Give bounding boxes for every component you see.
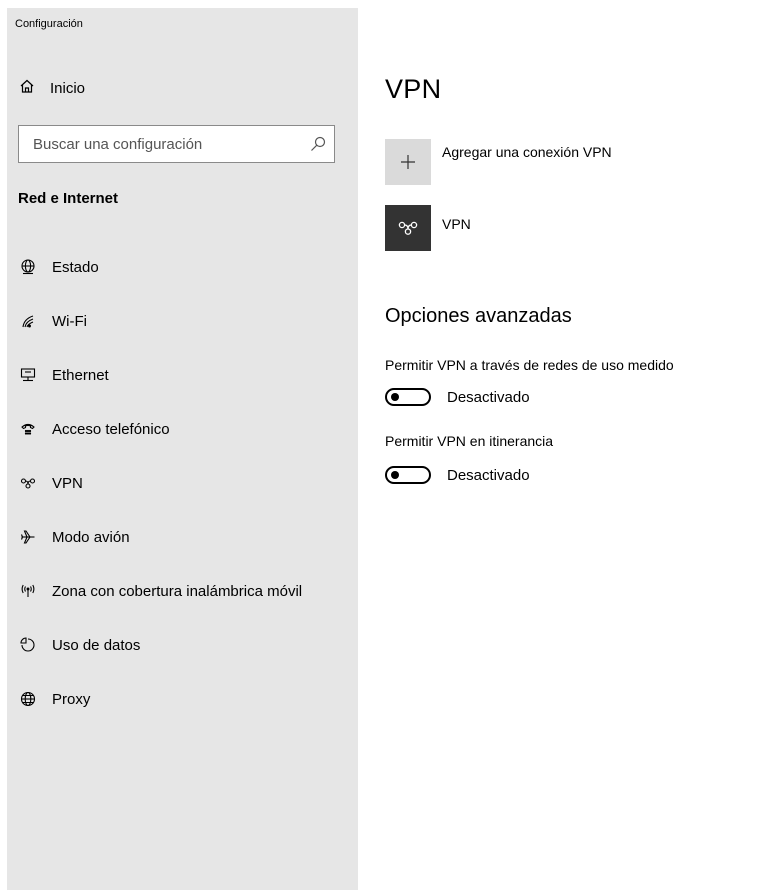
sidebar-item-label: Wi-Fi — [52, 312, 87, 330]
toggle-state-label: Desactivado — [447, 466, 530, 484]
settings-window: Configuración Inicio Red e Internet — [0, 0, 765, 890]
search-box — [18, 125, 335, 163]
section-title: Red e Internet — [18, 190, 119, 207]
hotspot-icon — [19, 582, 37, 600]
plus-icon — [385, 139, 431, 185]
sidebar-item-dialup[interactable]: Acceso telefónico — [7, 402, 358, 456]
toggle-switch[interactable] — [385, 466, 431, 484]
main-content: VPN Agregar una conexión VPN VPN Opcione… — [385, 0, 760, 890]
metered-networks-label: Permitir VPN a través de redes de uso me… — [385, 357, 674, 373]
sidebar-item-ethernet[interactable]: Ethernet — [7, 348, 358, 402]
sidebar-item-wifi[interactable]: Wi-Fi — [7, 294, 358, 348]
toggle-knob — [391, 471, 399, 479]
roaming-label: Permitir VPN en itinerancia — [385, 433, 554, 449]
toggle-state-label: Desactivado — [447, 388, 530, 406]
sidebar-item-data-usage[interactable]: Uso de datos — [7, 618, 358, 672]
airplane-icon — [19, 528, 37, 546]
dialup-phone-icon — [19, 420, 37, 438]
sidebar-item-airplane-mode[interactable]: Modo avión — [7, 510, 358, 564]
sidebar-item-home[interactable]: Inicio — [19, 76, 85, 100]
app-title: Configuración — [15, 18, 83, 30]
sidebar-item-label: Estado — [52, 258, 99, 276]
add-vpn-label: Agregar una conexión VPN — [442, 144, 612, 160]
sidebar-item-mobile-hotspot[interactable]: Zona con cobertura inalámbrica móvil — [7, 564, 358, 618]
data-usage-icon — [19, 636, 37, 654]
vpn-connection-label: VPN — [442, 216, 471, 232]
search-input[interactable] — [19, 134, 305, 154]
sidebar-item-label: Uso de datos — [52, 636, 141, 654]
toggle-switch[interactable] — [385, 388, 431, 406]
vpn-icon — [19, 474, 37, 492]
toggle-knob — [391, 393, 399, 401]
roaming-toggle[interactable]: Desactivado — [385, 466, 530, 484]
sidebar-item-proxy[interactable]: Proxy — [7, 672, 358, 726]
sidebar: Configuración Inicio Red e Internet — [7, 8, 358, 890]
sidebar-item-estado[interactable]: Estado — [7, 240, 358, 294]
sidebar-item-vpn[interactable]: VPN — [7, 456, 358, 510]
sidebar-nav: Estado Wi-Fi Ethernet Acceso telefónico … — [7, 240, 358, 726]
vpn-connection-item[interactable]: VPN — [385, 205, 471, 251]
vpn-icon — [385, 205, 431, 251]
sidebar-item-label: Inicio — [50, 79, 86, 97]
sidebar-item-label: Acceso telefónico — [52, 420, 170, 438]
page-title: VPN — [385, 74, 442, 104]
sidebar-item-label: Modo avión — [52, 528, 130, 546]
sidebar-item-label: Ethernet — [52, 366, 109, 384]
ethernet-icon — [19, 366, 37, 384]
add-vpn-connection-button[interactable]: Agregar una conexión VPN — [385, 139, 612, 185]
globe-status-icon — [19, 258, 37, 276]
search-icon[interactable] — [310, 136, 326, 152]
sidebar-item-label: Proxy — [52, 690, 91, 708]
home-icon — [19, 78, 35, 99]
sidebar-item-label: Zona con cobertura inalámbrica móvil — [52, 582, 303, 600]
globe-icon — [19, 690, 37, 708]
advanced-options-title: Opciones avanzadas — [385, 305, 572, 327]
wifi-icon — [19, 312, 37, 330]
sidebar-item-label: VPN — [52, 474, 83, 492]
metered-networks-toggle[interactable]: Desactivado — [385, 388, 530, 406]
